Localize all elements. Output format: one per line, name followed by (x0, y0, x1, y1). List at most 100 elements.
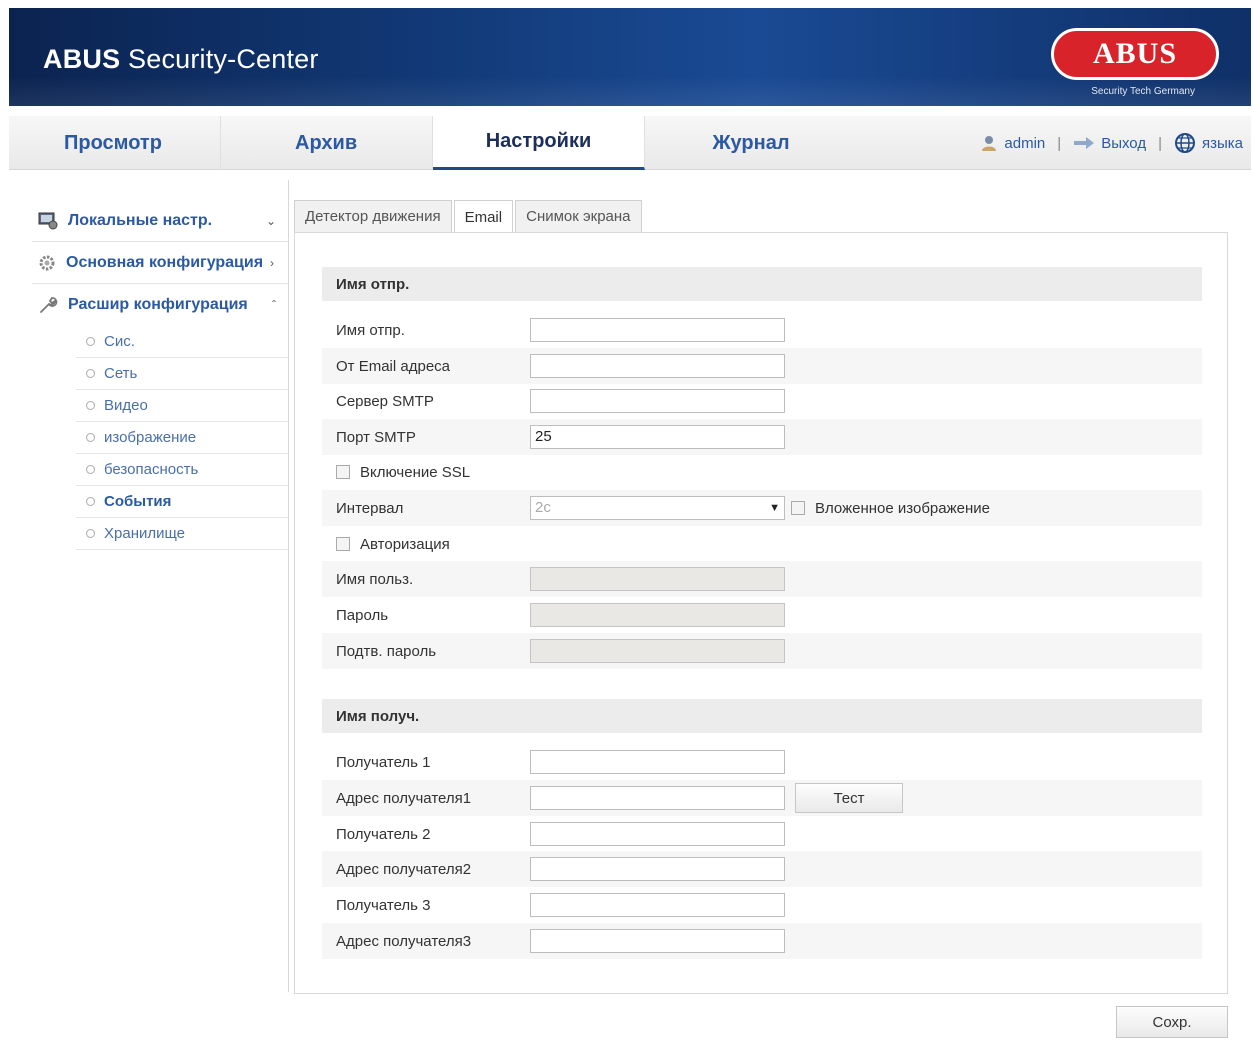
bullet-icon (86, 529, 95, 538)
logout-link[interactable]: Выход (1101, 135, 1146, 152)
app-title-brand: ABUS (43, 44, 121, 74)
auth-password-label: Пароль (336, 606, 389, 624)
tab-archive[interactable]: Архив (221, 116, 433, 170)
sidebar-subitem-security[interactable]: безопасность (76, 454, 288, 486)
recipient1-address-row: Адрес получателя1 Тест (322, 780, 1202, 816)
sidebar-subitem-label: Сеть (104, 365, 138, 382)
sender-email-row: От Email адреса (322, 348, 1202, 384)
chevron-down-icon: ⌄ (265, 213, 276, 228)
email-settings-panel: Имя отпр. Имя отпр. От Email адреса Серв… (294, 232, 1228, 994)
sidebar-submenu: Сис. Сеть Видео изображение безопасность… (76, 326, 288, 550)
subtab-snapshot[interactable]: Снимок экрана (515, 200, 642, 232)
logout-icon (1073, 136, 1095, 150)
chevron-up-icon: ˆ (272, 298, 276, 312)
user-area: admin | Выход | языка (980, 116, 1243, 170)
divider: | (1057, 134, 1062, 152)
recipient1-name-label: Получатель 1 (336, 753, 431, 771)
sidebar-item-label: Локальные настр. (68, 211, 213, 229)
attach-image-label: Вложенное изображение (815, 499, 990, 517)
app-title: ABUS Security-Center (43, 44, 319, 75)
gear-icon (38, 254, 56, 272)
sidebar-subitem-network[interactable]: Сеть (76, 358, 288, 390)
globe-icon (1174, 132, 1196, 154)
sender-email-label: От Email адреса (336, 357, 451, 375)
tab-log[interactable]: Журнал (645, 116, 857, 170)
smtp-port-row: Порт SMTP 25 (322, 419, 1202, 455)
sidebar-subitem-storage[interactable]: Хранилище (76, 518, 288, 550)
auth-checkbox[interactable] (336, 537, 350, 551)
bullet-icon (86, 433, 95, 442)
smtp-server-row: Сервер SMTP (322, 383, 1202, 419)
language-link[interactable]: языка (1202, 135, 1243, 152)
bullet-icon (86, 369, 95, 378)
recipient1-name-input[interactable] (530, 750, 785, 774)
sidebar-item-basic-config[interactable]: Основная конфигурация › (32, 242, 288, 284)
smtp-port-input[interactable]: 25 (530, 425, 785, 449)
sidebar-item-label: Основная конфигурация (66, 253, 264, 271)
recipient1-address-label: Адрес получателя1 (336, 789, 472, 807)
sidebar-subitem-video[interactable]: Видео (76, 390, 288, 422)
ssl-checkbox-wrap: Включение SSL (322, 464, 470, 481)
recipient2-address-row: Адрес получателя2 (322, 851, 1202, 887)
recipient2-name-input[interactable] (530, 822, 785, 846)
save-button[interactable]: Сохр. (1116, 1006, 1228, 1038)
auth-checkbox-wrap: Авторизация (322, 536, 450, 553)
sender-email-input[interactable] (530, 354, 785, 378)
chevron-right-icon: › (270, 255, 274, 270)
recipient-section-heading: Имя получ. (322, 699, 1202, 733)
event-subtabs: Детектор движения Email Снимок экрана (294, 200, 644, 233)
ssl-label: Включение SSL (360, 463, 471, 481)
auth-row: Авторизация (322, 526, 1202, 562)
bullet-icon (86, 401, 95, 410)
subtab-email[interactable]: Email (453, 200, 514, 233)
abus-logo: ABUS (1051, 28, 1219, 80)
recipient3-name-row: Получатель 3 (322, 887, 1202, 923)
recipient2-address-label: Адрес получателя2 (336, 860, 472, 878)
logo-text: ABUS (1092, 37, 1178, 70)
auth-user-input (530, 567, 785, 591)
monitor-icon (38, 212, 58, 230)
recipient3-address-row: Адрес получателя3 (322, 923, 1202, 959)
sender-name-row: Имя отпр. (322, 312, 1202, 348)
auth-user-row: Имя польз. (322, 561, 1202, 597)
content-divider (288, 180, 289, 992)
recipient3-name-input[interactable] (530, 893, 785, 917)
tab-settings[interactable]: Настройки (433, 116, 645, 170)
interval-label: Интервал (336, 499, 404, 517)
sidebar-subitem-events[interactable]: События (76, 486, 288, 518)
sender-section-heading: Имя отпр. (322, 267, 1202, 301)
recipient3-address-input[interactable] (530, 929, 785, 953)
sidebar-subitem-system[interactable]: Сис. (76, 326, 288, 358)
sidebar-subitem-label: безопасность (104, 461, 199, 478)
auth-password-row: Пароль (322, 597, 1202, 633)
subtab-motion-detection[interactable]: Детектор движения (294, 200, 452, 232)
recipient1-address-input[interactable] (530, 786, 785, 810)
bullet-icon (86, 465, 95, 474)
sidebar-item-advanced-config[interactable]: Расшир конфигурация ˆ (32, 284, 288, 326)
tab-live-view[interactable]: Просмотр (9, 116, 221, 170)
settings-sidebar: Локальные настр. ⌄ Основная конфигурация… (32, 200, 288, 550)
ssl-checkbox[interactable] (336, 465, 350, 479)
auth-confirm-label: Подтв. пароль (336, 642, 437, 660)
recipient3-address-label: Адрес получателя3 (336, 932, 472, 950)
smtp-server-input[interactable] (530, 389, 785, 413)
recipient3-name-label: Получатель 3 (336, 896, 431, 914)
sidebar-subitem-label: Сис. (104, 333, 135, 350)
divider: | (1158, 134, 1162, 152)
test-button[interactable]: Тест (795, 783, 903, 813)
sidebar-subitem-label: Хранилище (104, 525, 185, 542)
auth-password-input (530, 603, 785, 627)
bullet-icon (86, 337, 95, 346)
recipient2-address-input[interactable] (530, 857, 785, 881)
sidebar-subitem-image[interactable]: изображение (76, 422, 288, 454)
attach-image-checkbox[interactable] (791, 501, 805, 515)
app-title-product: Security-Center (120, 44, 319, 74)
sidebar-subitem-label: изображение (104, 429, 197, 446)
auth-user-label: Имя польз. (336, 570, 414, 588)
sidebar-item-local-settings[interactable]: Локальные настр. ⌄ (32, 200, 288, 242)
interval-select[interactable]: 2с ▼ (530, 496, 785, 520)
username-link[interactable]: admin (1004, 135, 1045, 152)
sender-name-input[interactable] (530, 318, 785, 342)
attach-image-wrap: Вложенное изображение (791, 500, 990, 517)
top-navigation: Просмотр Архив Настройки Журнал admin | … (9, 116, 1251, 170)
